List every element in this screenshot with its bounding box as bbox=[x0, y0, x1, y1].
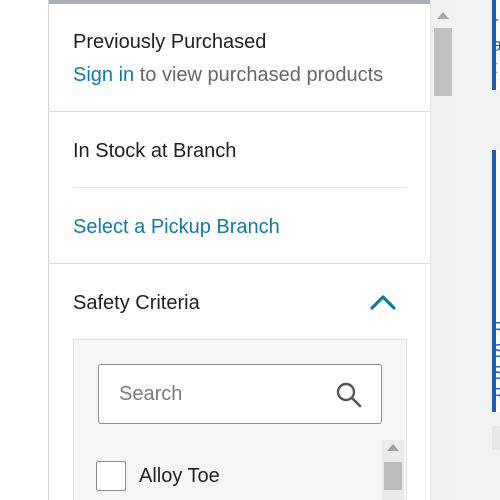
product-results-strip: r a t R S S R bbox=[454, 0, 500, 500]
product-card-text: r a t bbox=[492, 13, 500, 77]
scroll-up-arrow-icon[interactable] bbox=[437, 12, 449, 19]
sign-in-suffix: to view purchased products bbox=[134, 64, 384, 86]
select-pickup-branch-link[interactable]: Select a Pickup Branch bbox=[73, 216, 280, 239]
checkbox[interactable] bbox=[96, 461, 126, 491]
section-divider bbox=[49, 111, 431, 112]
option-label: Alloy Toe bbox=[139, 464, 220, 487]
option-alloy-toe[interactable]: Alloy Toe bbox=[96, 460, 220, 492]
panel-scroll-thumb[interactable] bbox=[434, 28, 452, 96]
in-stock-title: In Stock at Branch bbox=[73, 140, 237, 162]
options-scroll-thumb[interactable] bbox=[384, 462, 402, 490]
scroll-up-arrow-icon[interactable] bbox=[387, 444, 399, 451]
search-field[interactable] bbox=[98, 364, 382, 424]
safety-criteria-title: Safety Criteria bbox=[73, 292, 200, 314]
section-divider bbox=[49, 263, 431, 264]
previously-purchased-title: Previously Purchased bbox=[73, 31, 267, 53]
options-scrollbar[interactable] bbox=[382, 440, 404, 500]
search-icon[interactable] bbox=[335, 381, 363, 409]
left-gutter bbox=[0, 0, 48, 500]
safety-criteria-options: Alloy Toe bbox=[73, 339, 407, 500]
inner-divider bbox=[73, 187, 407, 188]
chevron-up-icon[interactable] bbox=[369, 290, 397, 314]
sign-in-prompt: Sign in to view purchased products bbox=[73, 64, 383, 87]
panel-scrollbar[interactable] bbox=[430, 0, 454, 500]
panel-top-border bbox=[49, 0, 431, 4]
filter-panel: Previously Purchased Sign in to view pur… bbox=[48, 0, 432, 500]
search-input[interactable] bbox=[119, 379, 319, 409]
product-card[interactable] bbox=[492, 426, 500, 450]
sign-in-link[interactable]: Sign in bbox=[73, 64, 134, 86]
product-card-text: R S S R bbox=[492, 319, 500, 405]
